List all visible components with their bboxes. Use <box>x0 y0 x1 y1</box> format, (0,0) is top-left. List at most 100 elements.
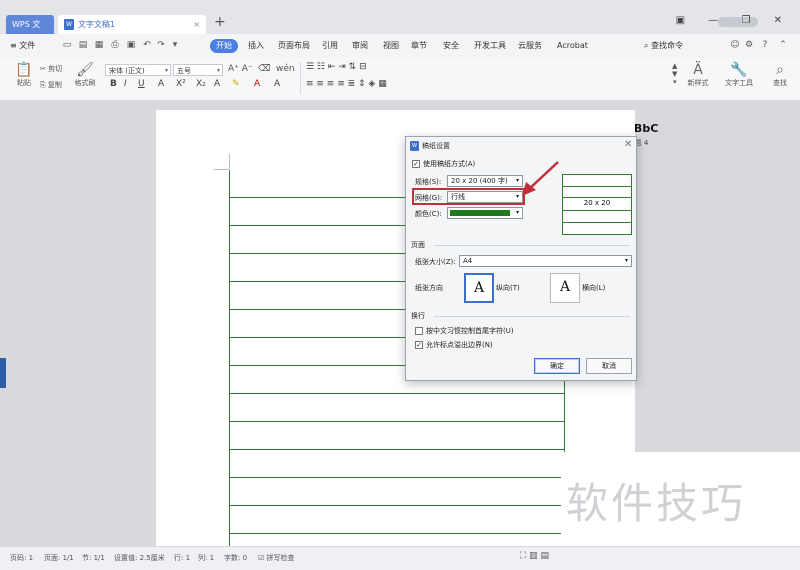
clear-format-icon[interactable]: ⌫ <box>258 64 271 74</box>
command-search[interactable]: ⌕ 查找命令 <box>640 39 687 53</box>
save-icon[interactable]: ▤ <box>78 40 88 50</box>
bold-button[interactable]: B <box>110 79 117 89</box>
redo-icon[interactable]: ↷ <box>156 40 166 50</box>
menu-tab-2[interactable]: 页面布局 <box>274 39 314 53</box>
color-select[interactable]: ▾ <box>447 207 523 219</box>
menu-tab-1[interactable]: 插入 <box>244 39 268 53</box>
command-search-label: 查找命令 <box>651 41 684 50</box>
document-tab[interactable]: W 文字文稿1 × <box>58 15 206 34</box>
print-icon[interactable]: ⎙ <box>110 40 120 50</box>
status-page-number[interactable]: 页码: 1 <box>10 553 33 563</box>
chevron-down-icon: ▾ <box>515 177 519 184</box>
open-icon[interactable]: ▭ <box>62 40 72 50</box>
menu-tab-8[interactable]: 开发工具 <box>470 39 510 53</box>
customize-icon[interactable]: ▾ <box>170 40 180 50</box>
add-tab-button[interactable]: + <box>214 14 226 30</box>
title-bar: WPS 文字 W 文字文稿1 × + ▣ — ❐ ✕ <box>0 0 800 48</box>
status-word-count[interactable]: 字数: 0 <box>224 553 247 563</box>
spellcheck-toggle[interactable]: ☑ 拼写检查 <box>258 553 295 563</box>
margin-marker <box>229 154 230 169</box>
option2-label: 允许标点溢出边界(N) <box>426 341 493 349</box>
paste-icon: 📋 <box>15 62 33 78</box>
format-painter-button[interactable]: 🖌 格式刷 <box>72 62 98 88</box>
status-section[interactable]: 节: 1/1 <box>82 553 105 563</box>
spec-select[interactable]: 20 x 20 (400 字) ▾ <box>447 175 523 187</box>
new-style-button[interactable]: Ä 新样式 <box>684 62 712 88</box>
window-controls[interactable]: ▣ — ❐ ✕ <box>676 15 792 26</box>
option1-checkbox[interactable] <box>415 327 423 335</box>
wrap-section-label: 换行 <box>411 312 425 320</box>
paper-size-select[interactable]: A4 ▾ <box>459 255 632 267</box>
file-menu[interactable]: ≡ 文件 <box>6 39 39 53</box>
font-grow-shrink[interactable]: A⁺ A⁻ <box>228 64 253 74</box>
font-size-select[interactable]: 五号 ▾ <box>173 64 223 76</box>
collapse-ribbon-icon[interactable]: ⌃ <box>778 40 788 50</box>
menu-tab-6[interactable]: 章节 <box>407 39 431 53</box>
dialog-title-bar[interactable]: W 稿纸设置 ✕ <box>406 137 636 155</box>
grid-line <box>230 477 564 478</box>
copy-button[interactable]: ⎘ 复制 <box>40 80 62 90</box>
status-bar: 页码: 1 页面: 1/1 节: 1/1 设置值: 2.5厘米 行: 1 列: … <box>0 546 800 570</box>
status-row[interactable]: 行: 1 <box>174 553 190 563</box>
text-tools-label: 文字工具 <box>725 79 753 87</box>
app-tab-wps[interactable]: WPS 文字 <box>6 15 54 48</box>
status-setting[interactable]: 设置值: 2.5厘米 <box>114 553 165 563</box>
print-preview-icon[interactable]: ▣ <box>126 40 136 50</box>
close-icon[interactable]: ✕ <box>624 139 632 150</box>
superscript-button[interactable]: X² <box>176 79 186 89</box>
strikethrough-button[interactable]: A <box>158 79 164 89</box>
skin-icon[interactable]: ☺ <box>730 40 740 50</box>
text-tools-button[interactable]: 🔧 文字工具 <box>722 62 756 88</box>
grid-line <box>230 421 564 422</box>
text-effect-button[interactable]: A <box>214 79 220 89</box>
menu-tab-9[interactable]: 云服务 <box>514 39 546 53</box>
settings-icon[interactable]: ⚙ <box>744 40 754 50</box>
cut-button[interactable]: ✂ 剪切 <box>40 64 62 74</box>
subscript-button[interactable]: X₂ <box>196 79 206 89</box>
status-pages[interactable]: 页面: 1/1 <box>44 553 74 563</box>
status-col[interactable]: 列: 1 <box>198 553 214 563</box>
document-tab-label: 文字文稿1 <box>78 20 116 29</box>
font-name-select[interactable]: 宋体 (正文) ▾ <box>105 64 171 76</box>
menu-tab-7[interactable]: 安全 <box>439 39 463 53</box>
highlight-button[interactable]: ✎ <box>232 79 240 89</box>
menu-tab-4[interactable]: 审阅 <box>348 39 372 53</box>
char-border-button[interactable]: A <box>274 79 280 89</box>
phonetic-icon[interactable]: wén <box>276 64 295 74</box>
paragraph-align-buttons[interactable]: ≡ ≡ ≡ ≡ ≣ ⇕ ◈ ▦ <box>306 79 387 89</box>
divider <box>300 62 301 94</box>
font-color-button[interactable]: A <box>254 79 260 89</box>
landscape-option[interactable]: A <box>550 273 580 303</box>
undo-icon[interactable]: ↶ <box>142 40 152 50</box>
paste-label: 粘贴 <box>17 79 31 87</box>
gallery-scroll[interactable]: ▲ ▼ ▾ <box>672 62 677 86</box>
margin-marker <box>214 169 229 170</box>
menu-tab-10[interactable]: Acrobat <box>553 39 592 53</box>
use-paper-mode-checkbox[interactable]: ✓ <box>412 160 420 168</box>
menu-tab-3[interactable]: 引用 <box>318 39 342 53</box>
view-mode-icons[interactable]: ⛶ ▥ ▤ <box>520 551 549 561</box>
wrench-icon: 🔧 <box>730 62 748 78</box>
export-pdf-icon[interactable]: ▦ <box>94 40 104 50</box>
help-icon[interactable]: ? <box>760 40 770 50</box>
brush-icon: 🖌 <box>76 62 94 78</box>
underline-button[interactable]: U <box>138 79 145 89</box>
cancel-button[interactable]: 取消 <box>586 358 632 374</box>
ok-button[interactable]: 确定 <box>534 358 580 374</box>
grid-preview: 20 x 20 <box>562 174 632 235</box>
paste-button[interactable]: 📋 粘贴 <box>12 62 36 88</box>
bullet-list-button[interactable]: ☰ ☷ ⇤ ⇥ ⇅ ⊟ <box>306 62 367 72</box>
chevron-down-icon: ▾ <box>515 209 519 216</box>
option2-checkbox[interactable]: ✓ <box>415 341 423 349</box>
portrait-option[interactable]: A <box>464 273 494 303</box>
landscape-label: 横向(L) <box>582 284 606 292</box>
menu-tab-0[interactable]: 开始 <box>210 39 238 53</box>
menu-tab-5[interactable]: 视图 <box>379 39 403 53</box>
find-button[interactable]: ⌕ 查找 <box>768 62 792 88</box>
italic-button[interactable]: I <box>124 79 127 89</box>
close-tab-icon[interactable]: × <box>193 15 200 34</box>
copy-label: 复制 <box>47 81 62 89</box>
font-size-value: 五号 <box>177 67 191 75</box>
use-paper-mode-label: 使用稿纸方式(A) <box>423 160 476 168</box>
grid-line <box>230 505 564 506</box>
